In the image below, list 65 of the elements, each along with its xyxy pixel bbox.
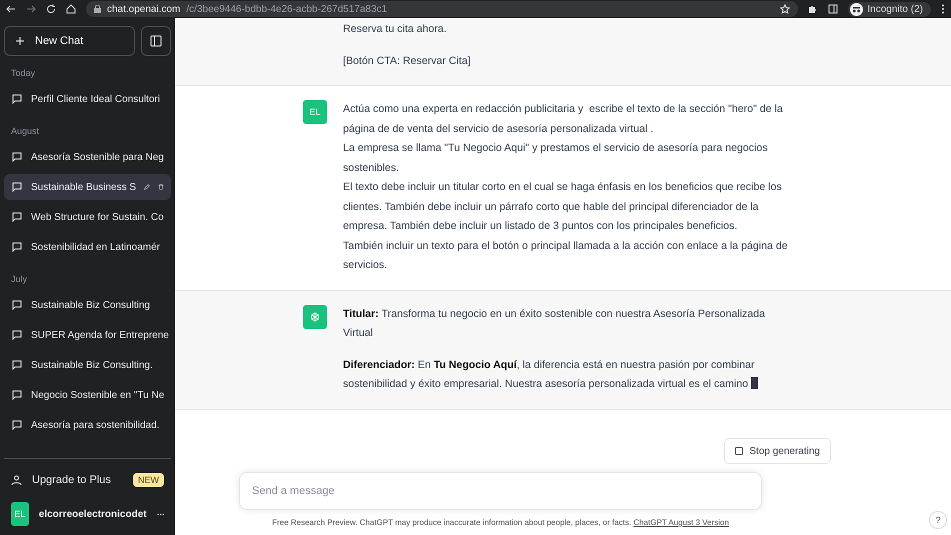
- chat-icon: [11, 181, 23, 193]
- help-button[interactable]: ?: [929, 511, 947, 529]
- user-name: elcorreoelectronicodet: [38, 508, 147, 520]
- account-item[interactable]: EL elcorreoelectronicodet: [4, 499, 171, 529]
- chat-history-item[interactable]: SUPER Agenda for Entreprene: [4, 322, 171, 348]
- message-text: Diferenciador: En Tu Negocio Aquí, la diferencia está en nuestra pasión por combinar sostenibilidad y éxito empresarial. Nuestra asesoría personalizada virtual es el camino: [343, 356, 791, 394]
- stop-generating-button[interactable]: Stop generating: [724, 438, 831, 464]
- new-chat-button[interactable]: New Chat: [4, 26, 135, 56]
- back-icon[interactable]: [6, 4, 16, 14]
- message-text: Reserva tu cita ahora.: [343, 22, 448, 37]
- chat-history-item[interactable]: Perfil Cliente Ideal Consultori: [4, 86, 171, 112]
- chat-history-item[interactable]: Sustainable Business S: [4, 174, 171, 200]
- chat-history-item[interactable]: Sustainable Biz Consulting: [4, 292, 171, 318]
- incognito-icon: [850, 2, 864, 16]
- version-link[interactable]: ChatGPT August 3 Version: [633, 518, 729, 527]
- side-panel-icon[interactable]: [828, 4, 838, 14]
- date-group-label: July: [10, 273, 28, 286]
- puzzle-icon[interactable]: [808, 4, 818, 14]
- message-text: [Botón CTA: Reservar Cita]: [343, 54, 472, 68]
- chat-icon: [11, 241, 23, 253]
- message-text: Actúa como una experta en redacción publicitaria y escribe el texto de la sección "hero" de la página de de venta del servicio de asesoría personalizada virtual . La empresa se llama "Tu Negocio Aqui" y prestamos el servicio de asesoría para negocios sostenibles. El texto debe incluir un titular corto en el cual se haga énfasis en los beneficios que recibe los clientes. También debe incluir un párrafo corto que hable del principal diferenciador de la empresa. También debe incluir un listado de 3 puntos con los principales beneficios. También incluir un texto para el botón o principal llamada a la acción con enlace a la página de servicios.: [343, 102, 789, 273]
- more-icon[interactable]: [156, 512, 164, 516]
- trash-icon[interactable]: [158, 182, 164, 192]
- chat-history-item[interactable]: Negocio Sostenible en "Tu Ne: [4, 382, 171, 408]
- person-icon: [11, 474, 22, 486]
- profile-label: Incognito (2): [867, 4, 923, 14]
- chat-icon: [11, 299, 23, 311]
- url-path: /c/3bee9446-bdbb-4e26-acbb-267d517a83c1: [186, 4, 388, 14]
- assistant-avatar: [303, 304, 327, 328]
- url-host: chat.openai.com: [107, 4, 180, 14]
- upgrade-label: Upgrade to Plus: [32, 474, 111, 486]
- star-icon[interactable]: [780, 4, 790, 14]
- forward-icon[interactable]: [26, 4, 36, 14]
- new-badge: NEW: [133, 473, 164, 487]
- upgrade-item[interactable]: Upgrade to Plus NEW: [4, 465, 171, 495]
- disclaimer-text: Free Research Preview. ChatGPT may produce inaccurate information about people, places, or facts.: [272, 518, 632, 527]
- chat-history-item[interactable]: Asesoría para sostenibilidad.: [4, 412, 171, 438]
- chat-icon: [11, 151, 23, 163]
- address-bar[interactable]: chat.openai.com /c/3bee9446-bdbb-4e26-acbb-267d517a83c1: [86, 1, 798, 17]
- chat-icon: [11, 93, 23, 105]
- date-group-label: Today: [10, 67, 36, 80]
- reload-icon[interactable]: [46, 4, 56, 14]
- message-text: Titular: Transforma tu negocio en un éxito sostenible con nuestra Asesoría Personalizada Virtual: [343, 306, 766, 341]
- user-avatar: EL: [303, 100, 327, 124]
- chat-icon: [11, 389, 23, 401]
- more-icon[interactable]: [941, 4, 945, 14]
- chat-history-item[interactable]: Sustainable Biz Consulting.: [4, 352, 171, 378]
- user-avatar: EL: [11, 502, 29, 526]
- lock-icon: [94, 5, 101, 13]
- chat-history-item[interactable]: Sostenibilidad en Latinoamér: [4, 234, 171, 260]
- panel-icon: [150, 35, 162, 47]
- date-group-label: August: [10, 125, 40, 138]
- chat-history-item[interactable]: Asesoría Sostenible para Neg: [4, 144, 171, 170]
- chat-history-item[interactable]: Web Structure for Sustain. Co: [4, 204, 171, 230]
- chat-icon: [11, 359, 23, 371]
- profile-chip[interactable]: Incognito (2): [848, 2, 931, 16]
- stop-icon: [735, 447, 744, 455]
- sidebar-toggle-button[interactable]: [141, 26, 171, 56]
- chat-icon: [11, 329, 23, 341]
- chat-icon: [11, 211, 23, 223]
- pencil-icon[interactable]: [144, 182, 150, 192]
- plus-icon: [15, 36, 25, 46]
- message-input[interactable]: Send a message: [239, 472, 762, 510]
- home-icon[interactable]: [66, 4, 76, 14]
- chat-icon: [11, 419, 23, 431]
